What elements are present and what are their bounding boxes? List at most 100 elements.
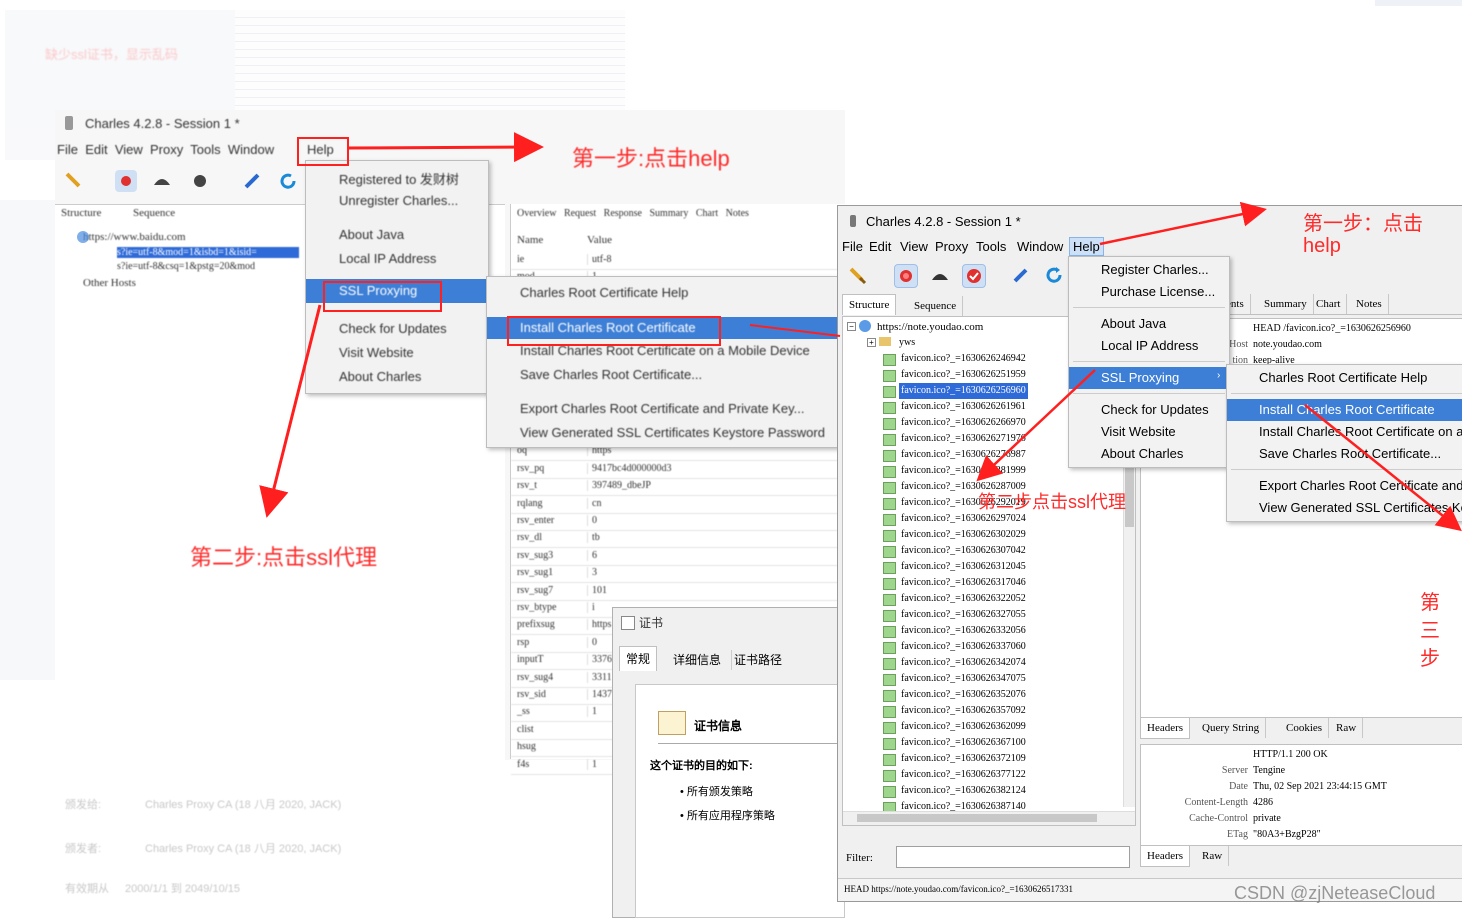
hscroll-thumb[interactable]: [857, 814, 1097, 822]
old-help-registered[interactable]: Registered to 发财树: [339, 169, 459, 188]
new-help-about-java[interactable]: About Java: [1069, 313, 1229, 335]
old-ssl-export[interactable]: Export Charles Root Certificate and Priv…: [520, 401, 804, 416]
old-tab-chart[interactable]: Chart: [696, 208, 718, 219]
old-ssl-keystore[interactable]: View Generated SSL Certificates Keystore…: [520, 425, 825, 440]
old-menu-tools[interactable]: Tools: [190, 142, 220, 157]
record-icon[interactable]: [894, 264, 918, 288]
new-ssl-install-root[interactable]: Install Charles Root Certificate: [1227, 399, 1462, 421]
tree-item[interactable]: favicon.ico?_=1630626337060: [883, 639, 1123, 655]
old-tree-other-hosts[interactable]: Other Hosts: [83, 277, 136, 289]
broom-icon[interactable]: [63, 170, 85, 192]
old-table-row[interactable]: rsv_sug7 101: [511, 583, 846, 601]
new-help-ssl-proxying[interactable]: SSL Proxying: [1069, 367, 1229, 389]
old-ssl-save-root[interactable]: Save Charles Root Certificate...: [520, 367, 702, 382]
new-tab-sequence[interactable]: Sequence: [908, 296, 964, 316]
new-ssl-keystore[interactable]: View Generated SSL Certificates Key: [1227, 497, 1462, 519]
throttle-icon[interactable]: [151, 170, 173, 192]
old-tree-row[interactable]: s?ie=utf-8&csq=1&pstg=20&mod: [117, 261, 307, 272]
tree-host[interactable]: https://note.youdao.com: [877, 319, 983, 335]
old-menu-window[interactable]: Window: [228, 142, 274, 157]
horizontal-scrollbar[interactable]: [843, 811, 1135, 825]
tree-item[interactable]: favicon.ico?_=1630626352076: [883, 687, 1123, 703]
tree-folder[interactable]: yws: [899, 335, 915, 351]
new-help-local-ip[interactable]: Local IP Address: [1069, 335, 1229, 357]
old-help-unregister[interactable]: Unregister Charles...: [339, 193, 458, 208]
refresh-icon[interactable]: [1043, 264, 1065, 286]
new-tab-structure[interactable]: Structure: [842, 294, 897, 315]
tree-item[interactable]: favicon.ico?_=1630626332056: [883, 623, 1123, 639]
old-tab-overview[interactable]: Overview: [517, 208, 556, 219]
old-table-row[interactable]: rsv_enter 0: [511, 513, 846, 531]
tree-collapse-icon[interactable]: −: [847, 322, 856, 331]
breakpoint-icon[interactable]: [962, 264, 986, 288]
new-ssl-save-root[interactable]: Save Charles Root Certificate...: [1227, 443, 1462, 465]
tree-item[interactable]: favicon.ico?_=1630626367100: [883, 735, 1123, 751]
cert-tab-path[interactable]: 证书路径: [731, 650, 784, 670]
record-icon[interactable]: [115, 170, 137, 192]
new-help-register[interactable]: Register Charles...: [1069, 259, 1229, 281]
tab-query-string[interactable]: Query String: [1196, 718, 1267, 738]
new-tab-chart[interactable]: Chart: [1310, 294, 1348, 314]
new-tab-notes[interactable]: Notes: [1350, 294, 1389, 314]
cert-tab-details[interactable]: 详细信息: [671, 650, 723, 670]
tree-item[interactable]: favicon.ico?_=1630626307042: [883, 543, 1123, 559]
old-table-row[interactable]: rsv_pq 9417bc4d000000d3: [511, 461, 846, 479]
old-help-about-charles[interactable]: About Charles: [339, 369, 421, 384]
old-table-row[interactable]: rsv_sug3 6: [511, 548, 846, 566]
old-table-row[interactable]: rsv_sug1 3: [511, 565, 846, 584]
tab-cookies[interactable]: Cookies: [1280, 718, 1330, 738]
tab-response-raw[interactable]: Raw: [1196, 846, 1230, 866]
tree-item[interactable]: favicon.ico?_=1630626347075: [883, 671, 1123, 687]
new-menu-tools[interactable]: Tools: [976, 239, 1006, 254]
refresh-icon[interactable]: [277, 170, 299, 192]
scroll-thumb[interactable]: [1125, 467, 1134, 527]
new-menu-file[interactable]: File: [842, 239, 863, 254]
old-tab-structure[interactable]: Structure: [61, 207, 101, 219]
tab-response-headers[interactable]: Headers: [1140, 846, 1191, 867]
compose-icon[interactable]: [1010, 264, 1032, 286]
old-table-row[interactable]: rqlang cn: [511, 496, 846, 514]
new-menu-view[interactable]: View: [900, 239, 928, 254]
breakpoint-icon[interactable]: [189, 170, 211, 192]
cert-tab-general[interactable]: 常规: [619, 646, 658, 671]
old-menu-edit[interactable]: Edit: [85, 142, 107, 157]
tab-headers[interactable]: Headers: [1140, 718, 1191, 739]
old-help-about-java[interactable]: About Java: [339, 227, 404, 242]
old-tree-host[interactable]: https://www.baidu.com: [83, 231, 186, 243]
old-table-row[interactable]: ie utf-8: [511, 252, 846, 270]
tree-item[interactable]: favicon.ico?_=1630626362099: [883, 719, 1123, 735]
new-menu-help[interactable]: Help: [1069, 237, 1104, 256]
throttle-icon[interactable]: [929, 264, 951, 286]
new-ssl-export[interactable]: Export Charles Root Certificate and: [1227, 475, 1462, 497]
old-ssl-root-help[interactable]: Charles Root Certificate Help: [520, 285, 688, 300]
new-ssl-root-help[interactable]: Charles Root Certificate Help: [1227, 367, 1462, 389]
tree-item[interactable]: favicon.ico?_=1630626327055: [883, 607, 1123, 623]
old-menu-proxy[interactable]: Proxy: [150, 142, 183, 157]
compose-icon[interactable]: [241, 170, 263, 192]
new-tab-summary[interactable]: Summary: [1258, 294, 1314, 314]
filter-input[interactable]: [896, 846, 1130, 868]
old-table-row[interactable]: rsv_dl tb: [511, 530, 846, 549]
tree-item[interactable]: favicon.ico?_=1630626382124: [883, 783, 1123, 799]
old-menu-file[interactable]: File: [57, 142, 78, 157]
old-help-visit-website[interactable]: Visit Website: [339, 345, 414, 360]
tree-item[interactable]: favicon.ico?_=1630626322052: [883, 591, 1123, 607]
old-tab-summary[interactable]: Summary: [650, 208, 689, 219]
tree-item[interactable]: favicon.ico?_=1630626342074: [883, 655, 1123, 671]
old-help-check-updates[interactable]: Check for Updates: [339, 321, 447, 336]
old-table-row[interactable]: rsv_t 397489_dbeJP: [511, 478, 846, 497]
tree-item[interactable]: favicon.ico?_=1630626377122: [883, 767, 1123, 783]
tree-item[interactable]: favicon.ico?_=1630626357092: [883, 703, 1123, 719]
new-menu-window[interactable]: Window: [1017, 239, 1063, 254]
old-menu-view[interactable]: View: [115, 142, 143, 157]
new-menu-edit[interactable]: Edit: [869, 239, 891, 254]
tree-item[interactable]: favicon.ico?_=1630626317046: [883, 575, 1123, 591]
new-ssl-install-mobile[interactable]: Install Charles Root Certificate on a: [1227, 421, 1462, 443]
new-help-purchase[interactable]: Purchase License...: [1069, 281, 1229, 303]
tab-raw[interactable]: Raw: [1330, 718, 1364, 738]
tree-item[interactable]: favicon.ico?_=1630626302029: [883, 527, 1123, 543]
new-menu-proxy[interactable]: Proxy: [935, 239, 968, 254]
new-help-check-updates[interactable]: Check for Updates: [1069, 399, 1229, 421]
tree-item[interactable]: favicon.ico?_=1630626372109: [883, 751, 1123, 767]
broom-icon[interactable]: [846, 264, 868, 286]
